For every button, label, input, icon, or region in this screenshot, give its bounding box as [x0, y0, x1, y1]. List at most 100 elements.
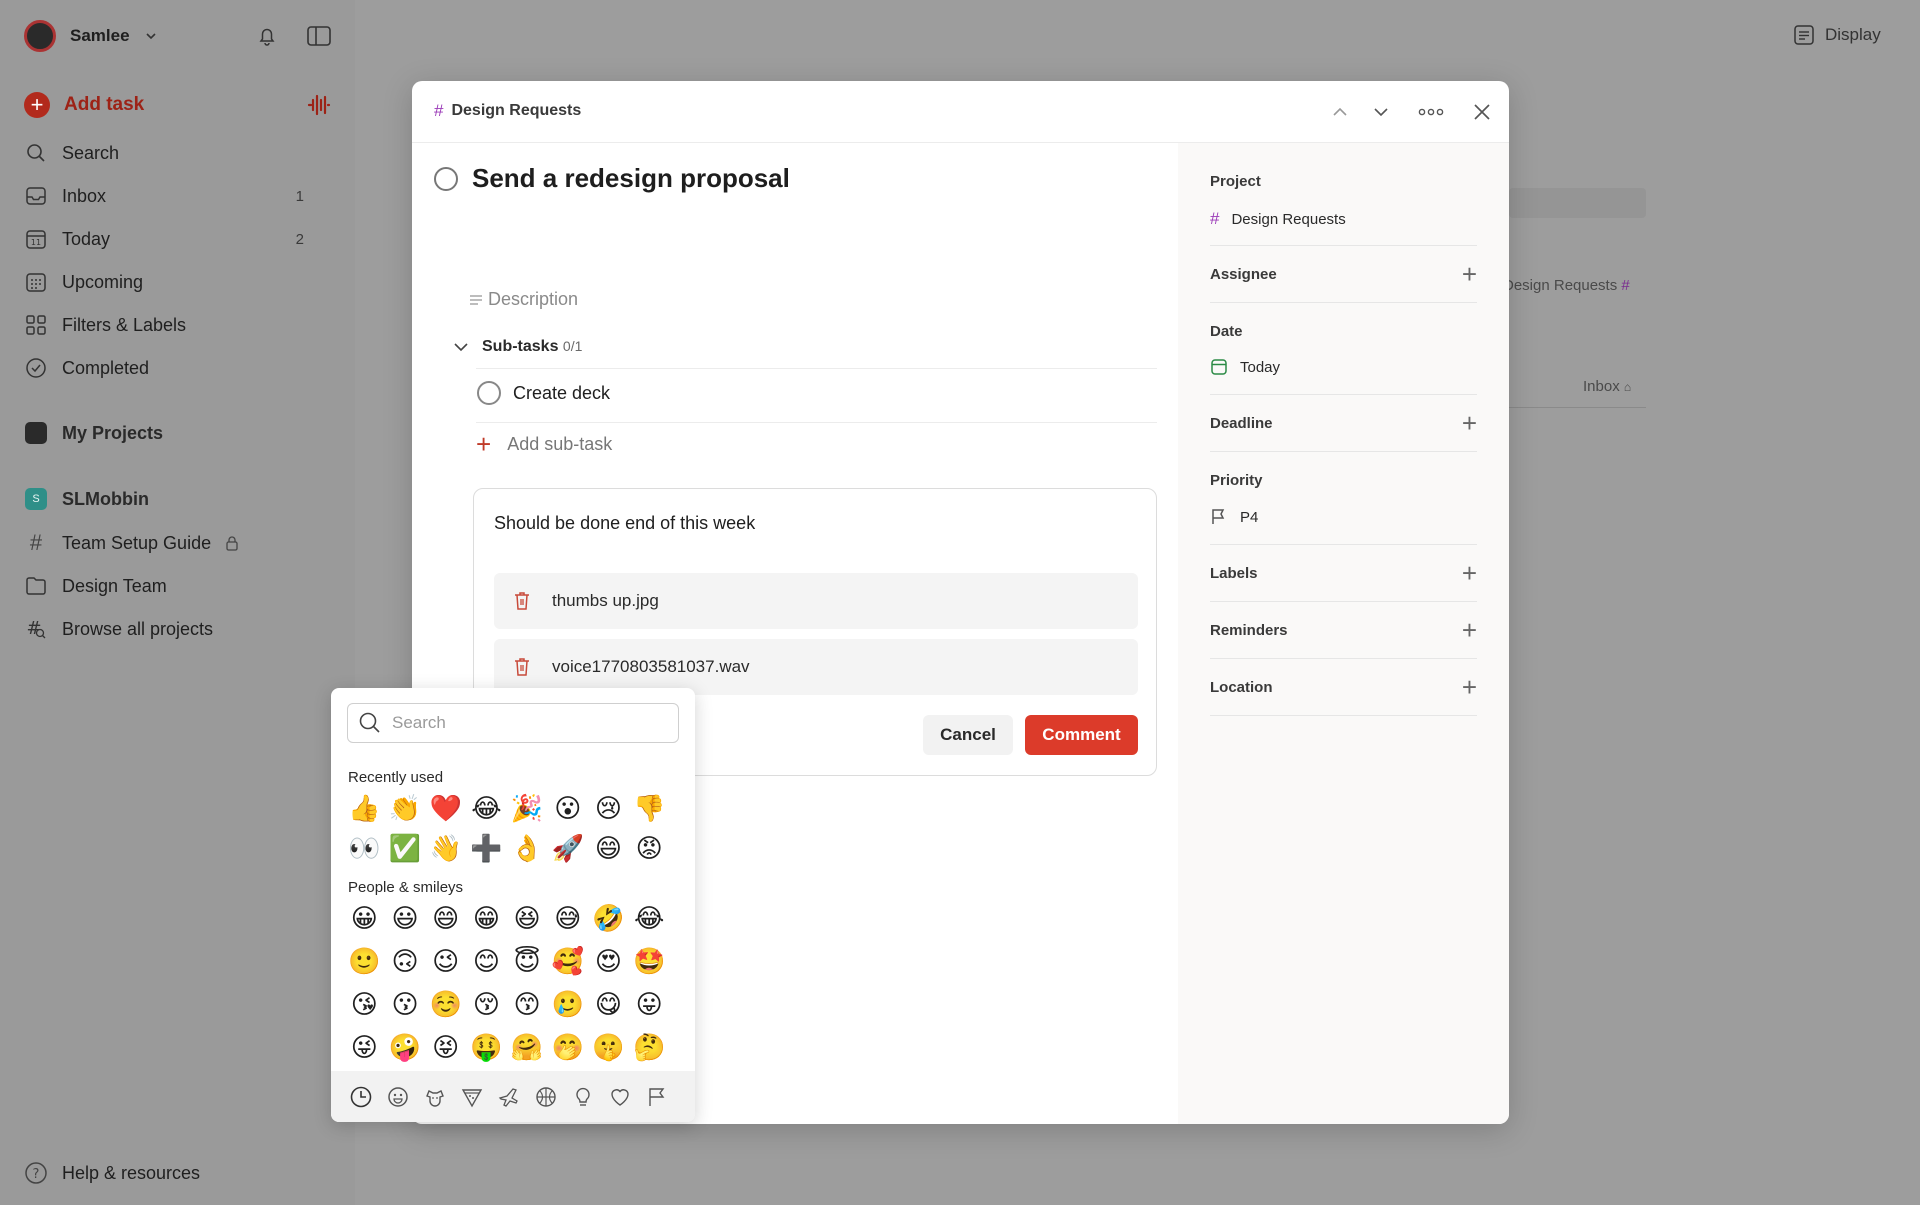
notifications-button[interactable]	[255, 24, 279, 48]
emoji-option[interactable]: 🤗	[507, 1028, 548, 1068]
sidebar-item-today[interactable]: 11 Today 2	[24, 227, 334, 251]
emoji-option[interactable]: 👍	[344, 789, 385, 829]
emoji-option[interactable]: 😍	[588, 942, 629, 982]
subtasks-header[interactable]: Sub-tasks 0/1	[452, 338, 582, 356]
emoji-option[interactable]: 👎	[629, 789, 670, 829]
emoji-option[interactable]: 😃	[385, 899, 426, 939]
emoji-option[interactable]: 🤫	[588, 1028, 629, 1068]
emoji-option[interactable]: 😡	[629, 829, 670, 869]
help-resources-button[interactable]: ? Help & resources	[24, 1161, 200, 1185]
emoji-option[interactable]: 😇	[507, 942, 548, 982]
task-complete-checkbox[interactable]	[434, 166, 458, 191]
next-task-button[interactable]	[1364, 95, 1398, 129]
category-activity[interactable]	[532, 1083, 560, 1111]
category-smileys[interactable]	[384, 1083, 412, 1111]
category-animals[interactable]	[421, 1083, 449, 1111]
submit-comment-button[interactable]: Comment	[1025, 715, 1138, 755]
emoji-option[interactable]: 🥲	[547, 985, 588, 1025]
emoji-option[interactable]: 😅	[547, 899, 588, 939]
sidebar-item-upcoming[interactable]: Upcoming	[24, 270, 143, 294]
emoji-option[interactable]: 😁	[466, 899, 507, 939]
emoji-option[interactable]: 😄	[588, 829, 629, 869]
emoji-option[interactable]: 😀	[344, 899, 385, 939]
emoji-option[interactable]: 😗	[385, 985, 426, 1025]
category-food[interactable]	[458, 1083, 486, 1111]
category-recent[interactable]	[347, 1083, 375, 1111]
voice-button[interactable]	[306, 92, 332, 118]
close-modal-button[interactable]	[1465, 95, 1499, 129]
more-options-button[interactable]	[1414, 95, 1448, 129]
labels-row[interactable]: Labels +	[1210, 560, 1477, 586]
priority-selector[interactable]: P4	[1210, 508, 1258, 526]
emoji-option[interactable]: 😘	[344, 985, 385, 1025]
project-selector[interactable]: # Design Requests	[1210, 209, 1346, 229]
emoji-option[interactable]: 😂	[629, 899, 670, 939]
location-row[interactable]: Location +	[1210, 674, 1477, 700]
sidebar-item-filters-labels[interactable]: Filters & Labels	[24, 313, 186, 337]
emoji-option[interactable]: 🤔	[629, 1028, 670, 1068]
sidebar-project-design-team[interactable]: Design Team	[24, 574, 167, 598]
description-field[interactable]: Description	[468, 289, 578, 310]
deadline-row[interactable]: Deadline +	[1210, 410, 1477, 436]
emoji-option[interactable]: 🥰	[547, 942, 588, 982]
browse-projects-link[interactable]: # Browse all projects	[24, 617, 213, 641]
emoji-option[interactable]: 😛	[629, 985, 670, 1025]
toggle-sidebar-button[interactable]	[306, 24, 332, 48]
emoji-option[interactable]: 👏	[385, 789, 426, 829]
emoji-option[interactable]: 🚀	[547, 829, 588, 869]
emoji-option[interactable]: 😄	[425, 899, 466, 939]
add-subtask-button[interactable]: + Add sub-task	[476, 431, 612, 457]
emoji-option[interactable]: 🤣	[588, 899, 629, 939]
emoji-option[interactable]: 👋	[425, 829, 466, 869]
category-travel[interactable]	[495, 1083, 523, 1111]
user-menu[interactable]: Samlee	[24, 20, 158, 52]
emoji-option[interactable]: 😜	[344, 1028, 385, 1068]
emoji-option[interactable]: 😙	[507, 985, 548, 1025]
emoji-option[interactable]: 😋	[588, 985, 629, 1025]
my-projects-header[interactable]: My Projects	[24, 421, 163, 445]
emoji-option[interactable]: 😮	[547, 789, 588, 829]
add-task-button[interactable]: + Add task	[24, 92, 144, 118]
trash-icon[interactable]	[512, 656, 532, 678]
date-selector[interactable]: Today	[1210, 358, 1280, 376]
emoji-option[interactable]: 😆	[507, 899, 548, 939]
trash-icon[interactable]	[512, 590, 532, 612]
emoji-option[interactable]: 👀	[344, 829, 385, 869]
previous-task-button[interactable]	[1323, 95, 1357, 129]
emoji-option[interactable]: 🤪	[385, 1028, 426, 1068]
breadcrumb[interactable]: # Design Requests	[434, 101, 581, 121]
emoji-option[interactable]: 😊	[466, 942, 507, 982]
emoji-option[interactable]: 😝	[425, 1028, 466, 1068]
emoji-option[interactable]: ☺️	[425, 985, 466, 1025]
sidebar-item-completed[interactable]: Completed	[24, 356, 149, 380]
emoji-option[interactable]: ➕	[466, 829, 507, 869]
category-objects[interactable]	[569, 1083, 597, 1111]
emoji-option[interactable]: 😉	[425, 942, 466, 982]
emoji-option[interactable]: 😢	[588, 789, 629, 829]
category-flags[interactable]	[643, 1083, 671, 1111]
cancel-button[interactable]: Cancel	[923, 715, 1013, 755]
emoji-option[interactable]: 🤑	[466, 1028, 507, 1068]
emoji-option[interactable]: 🤩	[629, 942, 670, 982]
emoji-option[interactable]: 🤭	[547, 1028, 588, 1068]
assignee-row[interactable]: Assignee +	[1210, 261, 1477, 287]
emoji-option[interactable]: ❤️	[425, 789, 466, 829]
comment-input[interactable]: Should be done end of this week	[494, 513, 755, 534]
emoji-option[interactable]: 🎉	[507, 789, 548, 829]
subtask-checkbox[interactable]	[477, 381, 501, 405]
emoji-option[interactable]: 😚	[466, 985, 507, 1025]
emoji-option[interactable]: 👌	[507, 829, 548, 869]
emoji-option[interactable]: 🙂	[344, 942, 385, 982]
sidebar-project-team-setup[interactable]: # Team Setup Guide	[24, 530, 239, 555]
sidebar-item-inbox[interactable]: Inbox 1	[24, 184, 334, 208]
emoji-option[interactable]: ✅	[385, 829, 426, 869]
category-symbols[interactable]	[606, 1083, 634, 1111]
reminders-row[interactable]: Reminders +	[1210, 617, 1477, 643]
emoji-search-input[interactable]: Search	[347, 703, 679, 743]
display-button[interactable]: Display	[1793, 24, 1881, 46]
subtask-item[interactable]: Create deck	[477, 381, 610, 405]
workspace-header[interactable]: S SLMobbin	[24, 487, 149, 511]
emoji-option[interactable]: 🙃	[385, 942, 426, 982]
sidebar-item-search[interactable]: Search	[24, 141, 119, 165]
task-title[interactable]: Send a redesign proposal	[472, 163, 790, 194]
